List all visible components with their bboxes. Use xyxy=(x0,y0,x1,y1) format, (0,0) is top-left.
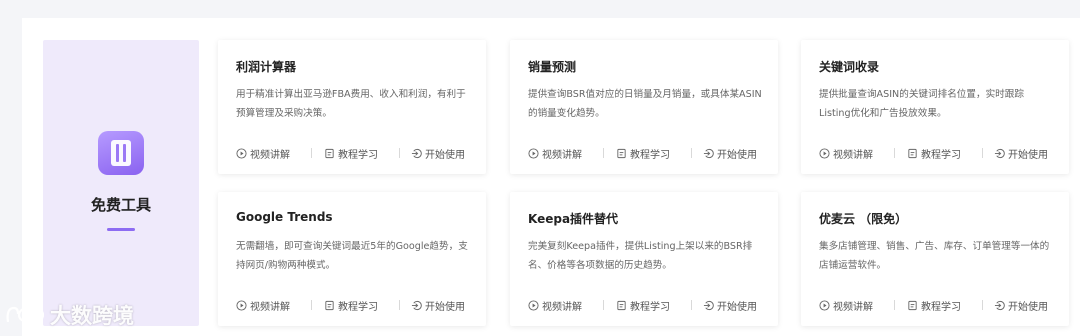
watermark-text: 大数跨境 xyxy=(50,304,134,328)
divider xyxy=(311,300,312,310)
video-label: 视频讲解 xyxy=(833,150,873,161)
video-button[interactable]: 视频讲解 xyxy=(819,298,873,313)
card-actions: 视频讲解 教程学习 开始使用 xyxy=(819,298,1061,313)
free-tools-sidebar: 免费工具 xyxy=(43,40,199,326)
tool-card-profit-calculator[interactable]: 利润计算器 用于精准计算出亚马逊FBA费用、收入和利润，有利于预算管理及采购决策… xyxy=(218,40,486,174)
video-button[interactable]: 视频讲解 xyxy=(236,298,290,313)
play-icon xyxy=(528,300,539,311)
start-button[interactable]: 开始使用 xyxy=(703,146,757,161)
start-label: 开始使用 xyxy=(425,150,465,161)
tool-card-keepa-alternative[interactable]: Keepa插件替代 完美复刻Keepa插件，提供Listing上架以来的BSR排… xyxy=(510,192,778,326)
play-icon xyxy=(819,300,830,311)
enter-icon xyxy=(411,300,422,311)
divider xyxy=(603,300,604,310)
tool-card-sales-forecast[interactable]: 销量预测 提供查询BSR值对应的日销量及月销量，或具体某ASIN的销量变化趋势。… xyxy=(510,40,778,174)
card-actions: 视频讲解 教程学习 开始使用 xyxy=(236,298,478,313)
document-icon xyxy=(325,148,334,159)
tutorial-label: 教程学习 xyxy=(921,302,961,313)
video-button[interactable]: 视频讲解 xyxy=(236,146,290,161)
card-actions: 视频讲解 教程学习 开始使用 xyxy=(528,298,770,313)
section-underline xyxy=(107,228,135,231)
card-title: Keepa插件替代 xyxy=(528,212,619,226)
play-icon xyxy=(819,148,830,159)
video-button[interactable]: 视频讲解 xyxy=(528,298,582,313)
card-actions: 视频讲解 教程学习 开始使用 xyxy=(528,146,770,161)
tutorial-button[interactable]: 教程学习 xyxy=(907,298,961,313)
card-description: 无需翻墙，即可查询关键词最近5年的Google趋势，支持网页/购物两种模式。 xyxy=(236,241,468,271)
start-label: 开始使用 xyxy=(1008,302,1048,313)
section-title: 免费工具 xyxy=(90,196,151,214)
start-button[interactable]: 开始使用 xyxy=(994,146,1048,161)
divider xyxy=(311,148,312,158)
tutorial-button[interactable]: 教程学习 xyxy=(324,146,378,161)
card-description: 提供批量查询ASIN的关键词排名位置，实时跟踪Listing优化和广告投放效果。 xyxy=(819,89,1024,119)
divider xyxy=(982,300,983,310)
tutorial-button[interactable]: 教程学习 xyxy=(616,298,670,313)
card-title: 利润计算器 xyxy=(236,60,297,74)
play-icon xyxy=(236,148,247,159)
tool-card-keyword-indexing[interactable]: 关键词收录 提供批量查询ASIN的关键词排名位置，实时跟踪Listing优化和广… xyxy=(801,40,1069,174)
divider xyxy=(399,148,400,158)
start-label: 开始使用 xyxy=(1008,150,1048,161)
card-title: 关键词收录 xyxy=(819,60,880,74)
play-icon xyxy=(528,148,539,159)
card-description: 用于精准计算出亚马逊FBA费用、收入和利润，有利于预算管理及采购决策。 xyxy=(236,89,466,119)
card-title: 优麦云 （限免） xyxy=(819,212,908,226)
watermark-logo-icon xyxy=(6,306,44,323)
tutorial-label: 教程学习 xyxy=(338,150,378,161)
start-button[interactable]: 开始使用 xyxy=(994,298,1048,313)
start-button[interactable]: 开始使用 xyxy=(703,298,757,313)
card-title: 销量预测 xyxy=(528,60,577,74)
card-actions: 视频讲解 教程学习 开始使用 xyxy=(236,146,478,161)
divider xyxy=(982,148,983,158)
start-button[interactable]: 开始使用 xyxy=(411,298,465,313)
document-icon xyxy=(908,148,917,159)
start-label: 开始使用 xyxy=(717,302,757,313)
card-description: 提供查询BSR值对应的日销量及月销量，或具体某ASIN的销量变化趋势。 xyxy=(528,89,762,119)
video-label: 视频讲解 xyxy=(250,302,290,313)
enter-icon xyxy=(994,148,1005,159)
enter-icon xyxy=(703,300,714,311)
document-icon xyxy=(325,300,334,311)
tutorial-label: 教程学习 xyxy=(921,150,961,161)
enter-icon xyxy=(703,148,714,159)
tool-card-google-trends[interactable]: Google Trends 无需翻墙，即可查询关键词最近5年的Google趋势，… xyxy=(218,192,486,326)
tutorial-button[interactable]: 教程学习 xyxy=(907,146,961,161)
tool-card-youmaiyun[interactable]: 优麦云 （限免） 集多店铺管理、销售、广告、库存、订单管理等一体的店铺运营软件。… xyxy=(801,192,1069,326)
top-strip xyxy=(0,0,1080,18)
tutorial-label: 教程学习 xyxy=(338,302,378,313)
play-icon xyxy=(236,300,247,311)
divider xyxy=(894,148,895,158)
start-label: 开始使用 xyxy=(717,150,757,161)
enter-icon xyxy=(994,300,1005,311)
start-button[interactable]: 开始使用 xyxy=(411,146,465,161)
divider xyxy=(894,300,895,310)
tutorial-label: 教程学习 xyxy=(630,150,670,161)
tutorial-button[interactable]: 教程学习 xyxy=(616,146,670,161)
tutorial-label: 教程学习 xyxy=(630,302,670,313)
divider xyxy=(691,300,692,310)
document-icon xyxy=(617,148,626,159)
card-title: Google Trends xyxy=(236,210,333,224)
tutorial-button[interactable]: 教程学习 xyxy=(324,298,378,313)
card-description: 完美复刻Keepa插件，提供Listing上架以来的BSR排名、价格等各项数据的… xyxy=(528,241,753,271)
enter-icon xyxy=(411,148,422,159)
video-label: 视频讲解 xyxy=(250,150,290,161)
tools-icon xyxy=(98,131,144,175)
card-actions: 视频讲解 教程学习 开始使用 xyxy=(819,146,1061,161)
video-label: 视频讲解 xyxy=(833,302,873,313)
watermark: 大数跨境 xyxy=(4,300,134,330)
card-description: 集多店铺管理、销售、广告、库存、订单管理等一体的店铺运营软件。 xyxy=(819,241,1050,271)
video-button[interactable]: 视频讲解 xyxy=(528,146,582,161)
divider xyxy=(603,148,604,158)
divider xyxy=(399,300,400,310)
divider xyxy=(691,148,692,158)
document-icon xyxy=(617,300,626,311)
start-label: 开始使用 xyxy=(425,302,465,313)
video-button[interactable]: 视频讲解 xyxy=(819,146,873,161)
video-label: 视频讲解 xyxy=(542,302,582,313)
video-label: 视频讲解 xyxy=(542,150,582,161)
document-icon xyxy=(908,300,917,311)
